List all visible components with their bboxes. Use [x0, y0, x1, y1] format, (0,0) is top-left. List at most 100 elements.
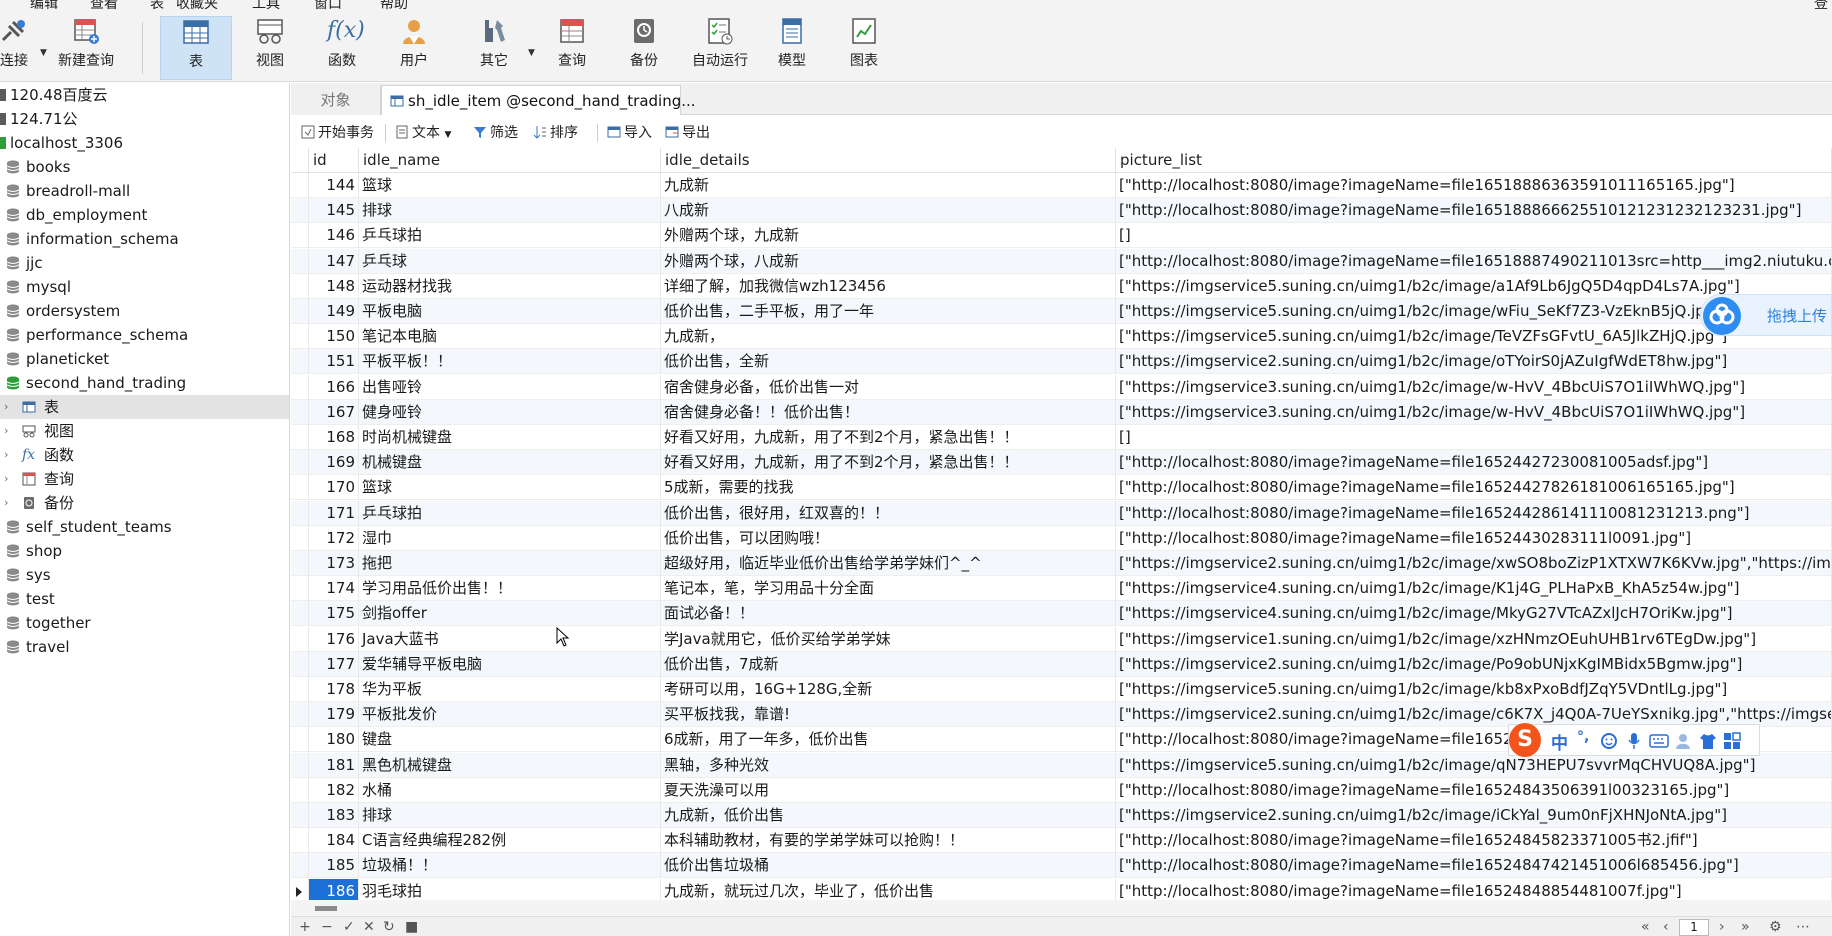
row-indicator[interactable] [291, 198, 309, 224]
row-indicator[interactable] [291, 324, 309, 350]
cell-idle-details[interactable]: 笔记本，笔，学习用品十分全面 [661, 576, 1116, 602]
cell-id[interactable]: 150 [309, 324, 359, 350]
begin-transaction-button[interactable]: 开始事务 [301, 122, 374, 144]
ime-logo-icon[interactable]: S [1509, 723, 1541, 757]
skin-icon[interactable] [1699, 732, 1717, 750]
first-page-button[interactable]: « [1641, 917, 1650, 936]
column-header-picture-list[interactable]: picture_list [1116, 148, 1832, 173]
row-indicator[interactable] [291, 601, 309, 627]
auto-run-button[interactable]: 自动运行 [684, 16, 756, 80]
keyboard-icon[interactable] [1649, 734, 1669, 748]
menu-view[interactable]: 查看 [90, 0, 118, 12]
cell-idle-details[interactable]: 6成新，用了一年多，低价出售 [661, 727, 1116, 753]
table-row[interactable]: 146 乒乓球拍 外赠两个球，九成新[] [291, 223, 1832, 249]
cell-id[interactable]: 178 [309, 677, 359, 702]
cell-id[interactable]: 174 [309, 576, 359, 602]
cell-idle-name[interactable]: 时尚机械键盘 [359, 425, 661, 450]
column-header-idle-details[interactable]: idle_details [661, 148, 1116, 173]
table-row[interactable]: 185 垃圾桶！！ 低价出售垃圾桶 ["http://localhost:8080/i… [291, 853, 1832, 879]
row-indicator[interactable] [291, 475, 309, 501]
cell-picture-list[interactable]: ["https://imgservice3.suning.cn/uimg1/b2… [1116, 374, 1832, 400]
row-indicator[interactable] [291, 349, 309, 375]
cell-idle-name[interactable]: 排球 [359, 803, 661, 828]
cell-idle-name[interactable]: 平板电脑 [359, 299, 661, 324]
cell-id[interactable]: 148 [309, 273, 359, 299]
cell-idle-name[interactable]: 出售哑铃 [359, 374, 661, 400]
row-indicator[interactable] [291, 626, 309, 652]
expand-arrow-icon[interactable]: › [4, 491, 8, 515]
row-indicator[interactable] [291, 525, 309, 551]
export-button[interactable]: 导出 [665, 122, 710, 144]
cell-picture-list[interactable]: [] [1116, 425, 1832, 450]
expand-arrow-icon[interactable]: › [4, 395, 8, 419]
cell-idle-details[interactable]: 学Java就用它，低价买给学弟学妹 [661, 626, 1116, 652]
cell-idle-name[interactable]: 篮球 [359, 173, 661, 198]
table-row[interactable]: 170 篮球 5成新，需要的找我 ["http://localhost:8080/im… [291, 475, 1832, 501]
tab-table-editor[interactable]: sh_idle_item @second_hand_trading... [381, 85, 696, 115]
database-item-active[interactable]: second_hand_trading [0, 371, 289, 395]
cell-picture-list[interactable]: ["http://localhost:8080/image?imageName=… [1116, 777, 1832, 803]
new-query-button[interactable]: 新建查询 [52, 16, 120, 80]
cell-idle-details[interactable]: 夏天洗澡可以用 [661, 777, 1116, 803]
cell-idle-name[interactable]: 健身哑铃 [359, 399, 661, 425]
sort-button[interactable]: 排序 [533, 122, 578, 144]
cell-idle-name[interactable]: 垃圾桶！！ [359, 853, 661, 879]
cell-picture-list[interactable]: ["https://imgservice4.suning.cn/uimg1/b2… [1116, 576, 1832, 602]
last-page-button[interactable]: » [1741, 917, 1750, 936]
row-indicator[interactable] [291, 777, 309, 803]
table-row[interactable]: 149 平板电脑 低价出售，二手平板，用了一年 ["https://imgservic… [291, 299, 1832, 324]
table-row[interactable]: 186 羽毛球拍 九成新，就玩过几次，毕业了，低价出售 ["http://localh… [291, 878, 1832, 900]
other-dropdown-icon[interactable]: ▼ [528, 48, 535, 58]
table-button[interactable]: 表 [160, 16, 232, 80]
row-indicator[interactable] [291, 173, 309, 198]
cell-idle-name[interactable]: 平板批发价 [359, 702, 661, 728]
cell-picture-list[interactable]: ["https://imgservice4.suning.cn/uimg1/b2… [1116, 601, 1832, 627]
cell-id[interactable]: 173 [309, 551, 359, 576]
cell-idle-name[interactable]: 拖把 [359, 551, 661, 576]
cell-idle-name[interactable]: 笔记本电脑 [359, 324, 661, 350]
settings-icon[interactable]: ⚙ [1769, 917, 1782, 936]
connect-button[interactable]: 连接 [0, 16, 34, 80]
menu-tools[interactable]: 工具 [252, 0, 280, 12]
table-row[interactable]: 182 水桶 夏天洗澡可以用 ["http://localhost:8080/imag… [291, 777, 1832, 803]
cell-idle-details[interactable]: 详细了解，加我微信wzh123456 [661, 273, 1116, 299]
table-row[interactable]: 148 运动器材找我 详细了解，加我微信wzh123456 ["https://img… [291, 273, 1832, 299]
cell-id[interactable]: 184 [309, 828, 359, 854]
database-item[interactable]: shop [0, 539, 289, 563]
table-row[interactable]: 167 健身哑铃 宿舍健身必备！！低价出售！ ["https://imgservice… [291, 399, 1832, 425]
cell-picture-list[interactable]: ["http://localhost:8080/image?imageName=… [1116, 828, 1832, 854]
cell-idle-name[interactable]: 华为平板 [359, 677, 661, 702]
cell-idle-name[interactable]: 羽毛球拍 [359, 878, 661, 900]
cell-id[interactable]: 149 [309, 299, 359, 324]
database-item[interactable]: jjc [0, 251, 289, 275]
user-profile-icon[interactable] [1675, 732, 1693, 750]
database-item[interactable]: mysql [0, 275, 289, 299]
cell-idle-name[interactable]: C语言经典编程282例 [359, 828, 661, 854]
table-row[interactable]: 173 拖把 超级好用，临近毕业低价出售给学弟学妹们^_^ ["https://img… [291, 551, 1832, 576]
database-item[interactable]: sys [0, 563, 289, 587]
cell-idle-name[interactable]: 排球 [359, 198, 661, 224]
refresh-button[interactable]: ↻ [383, 917, 395, 936]
cell-idle-details[interactable]: 本科辅助教材，有要的学弟学妹可以抢购！！ [661, 828, 1116, 854]
cell-picture-list[interactable]: ["http://localhost:8080/image?imageName=… [1116, 450, 1832, 476]
cell-idle-details[interactable]: 黑轴，多种光效 [661, 752, 1116, 778]
cell-idle-details[interactable]: 宿舍健身必备！！低价出售！ [661, 399, 1116, 425]
chart-button[interactable]: 图表 [834, 16, 894, 80]
row-indicator[interactable] [291, 878, 309, 900]
cell-picture-list[interactable]: ["http://localhost:8080/image?imageName=… [1116, 853, 1832, 879]
backup-button[interactable]: 备份 [614, 16, 674, 80]
expand-arrow-icon[interactable]: › [4, 419, 8, 443]
database-item[interactable]: information_schema [0, 227, 289, 251]
cell-idle-details[interactable]: 八成新 [661, 198, 1116, 224]
cell-id[interactable]: 145 [309, 198, 359, 224]
cell-idle-details[interactable]: 低价出售，可以团购哦！ [661, 525, 1116, 551]
table-row[interactable]: 174 学习用品低价出售！！ 笔记本，笔，学习用品十分全面 ["https://img… [291, 576, 1832, 602]
menu-window[interactable]: 窗口 [314, 0, 342, 12]
tree-node-queries[interactable]: › 查询 [0, 467, 289, 491]
discard-changes-button[interactable]: ✕ [363, 917, 375, 936]
table-row[interactable]: 144 篮球 九成新 ["http://localhost:8080/image?im… [291, 173, 1832, 198]
tree-node-functions[interactable]: › fx 函数 [0, 443, 289, 467]
table-row[interactable]: 172 湿巾 低价出售，可以团购哦！ ["http://localhost:8080/… [291, 525, 1832, 551]
cell-id[interactable]: 171 [309, 500, 359, 526]
table-row[interactable]: 151 平板平板！！ 低价出售，全新 ["https://imgservice2.su… [291, 349, 1832, 375]
